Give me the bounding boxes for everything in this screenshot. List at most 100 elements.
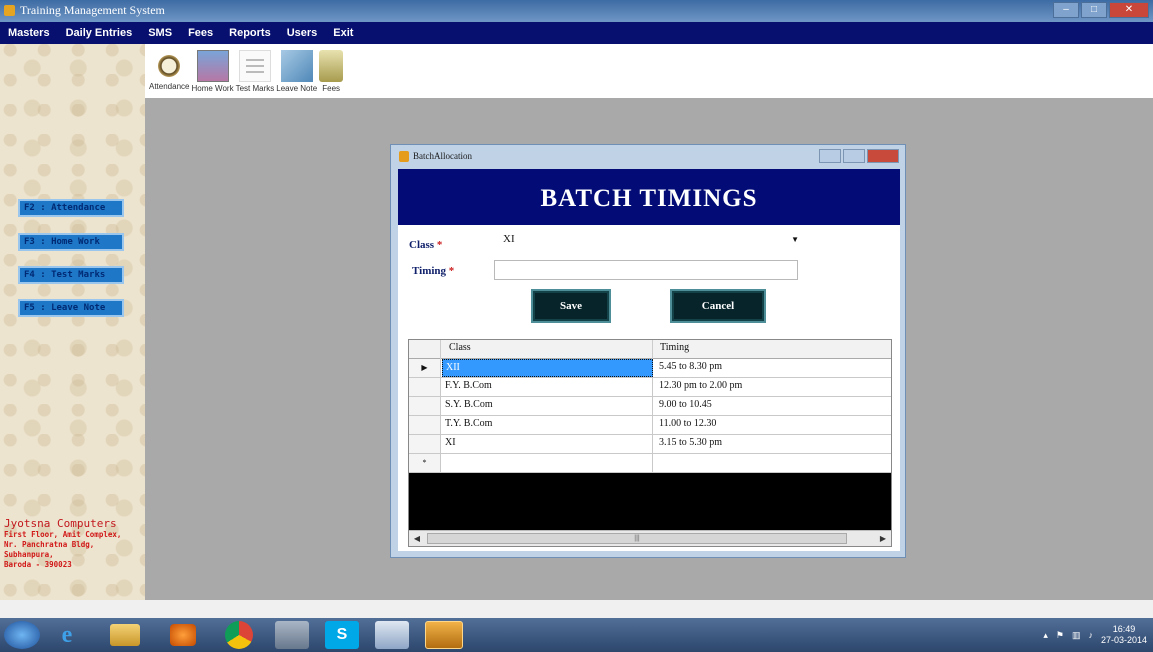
document-icon[interactable] bbox=[375, 621, 409, 649]
cell-class[interactable]: F.Y. B.Com bbox=[442, 378, 653, 396]
address-line: First Floor, Amit Complex, bbox=[4, 530, 122, 539]
taskbar: e S ▴ ⚑ ▥ ♪ 16:49 27-03-2014 bbox=[0, 618, 1153, 652]
scroll-left-icon[interactable]: ◀ bbox=[409, 531, 425, 546]
toolbar-leave-note-button[interactable]: Leave Note bbox=[276, 44, 317, 98]
cell-class[interactable]: S.Y. B.Com bbox=[442, 397, 653, 415]
new-row[interactable]: * bbox=[409, 454, 891, 473]
cell-timing[interactable]: 11.00 to 12.30 bbox=[653, 416, 891, 434]
toolbar-home-work-button[interactable]: Home Work bbox=[191, 44, 234, 98]
timing-label: Timing * bbox=[412, 265, 454, 277]
toolbar-test-marks-button[interactable]: Test Marks bbox=[235, 44, 275, 98]
settings-icon[interactable] bbox=[275, 621, 309, 649]
clock[interactable]: 16:49 27-03-2014 bbox=[1101, 624, 1147, 646]
batch-allocation-dialog: BatchAllocation BATCH TIMINGS Class * XI… bbox=[390, 144, 906, 558]
dialog-title: BatchAllocation bbox=[413, 151, 472, 161]
dialog-title-bar[interactable]: BatchAllocation bbox=[391, 145, 905, 169]
column-header-class[interactable]: Class bbox=[449, 342, 471, 353]
row-indicator-icon[interactable]: ▶ bbox=[409, 359, 441, 377]
menu-reports[interactable]: Reports bbox=[229, 27, 271, 39]
grid-header: Class Timing bbox=[409, 340, 891, 359]
toolbar-attendance-button[interactable]: Attendance bbox=[149, 44, 189, 98]
toolbar-label: Home Work bbox=[191, 84, 234, 93]
class-label: Class * bbox=[409, 239, 442, 251]
cancel-button[interactable]: Cancel bbox=[670, 289, 766, 323]
start-button-icon[interactable] bbox=[4, 621, 40, 649]
toolbar-fees-button[interactable]: Fees bbox=[319, 44, 344, 98]
grid-corner[interactable] bbox=[409, 340, 441, 359]
menu-users[interactable]: Users bbox=[287, 27, 318, 39]
cell-timing[interactable] bbox=[653, 454, 891, 472]
internet-explorer-icon[interactable]: e bbox=[50, 621, 84, 649]
app-icon bbox=[4, 5, 15, 16]
required-mark: * bbox=[448, 265, 455, 277]
horizontal-scrollbar[interactable]: ◀ ||| ▶ bbox=[409, 530, 891, 546]
cell-class[interactable]: T.Y. B.Com bbox=[442, 416, 653, 434]
maximize-button[interactable]: □ bbox=[1081, 2, 1107, 18]
flag-icon[interactable]: ⚑ bbox=[1056, 630, 1064, 641]
timing-label-text: Timing bbox=[412, 265, 447, 277]
row-header[interactable] bbox=[409, 416, 441, 434]
dropdown-arrow-icon[interactable]: ▼ bbox=[791, 235, 799, 244]
dialog-minimize-button[interactable] bbox=[819, 149, 841, 163]
menu-fees[interactable]: Fees bbox=[188, 27, 213, 39]
new-row-icon[interactable]: * bbox=[409, 454, 441, 472]
shortcut-home-work-button[interactable]: F3 : Home Work bbox=[18, 233, 124, 251]
shortcut-attendance-button[interactable]: F2 : Attendance bbox=[18, 199, 124, 217]
cell-timing[interactable]: 3.15 to 5.30 pm bbox=[653, 435, 891, 453]
chrome-icon[interactable] bbox=[225, 621, 253, 649]
column-header-timing[interactable]: Timing bbox=[660, 342, 689, 353]
company-address: Jyotsna Computers First Floor, Amit Comp… bbox=[4, 517, 121, 570]
status-strip bbox=[0, 600, 1153, 618]
table-row[interactable]: ▶ XII 5.45 to 8.30 pm bbox=[409, 359, 891, 378]
toolbar: Attendance Home Work Test Marks Leave No… bbox=[145, 44, 1153, 98]
row-header[interactable] bbox=[409, 397, 441, 415]
scrollbar-thumb[interactable]: ||| bbox=[427, 533, 847, 544]
network-icon[interactable]: ▥ bbox=[1072, 630, 1081, 641]
cell-timing[interactable]: 5.45 to 8.30 pm bbox=[653, 359, 891, 377]
address-line: Nr. Panchratna Bldg, bbox=[4, 540, 95, 549]
batch-grid: Class Timing ▶ XII 5.45 to 8.30 pm F.Y. … bbox=[408, 339, 892, 547]
table-row[interactable]: S.Y. B.Com 9.00 to 10.45 bbox=[409, 397, 891, 416]
table-row[interactable]: XI 3.15 to 5.30 pm bbox=[409, 435, 891, 454]
tray-expand-icon[interactable]: ▴ bbox=[1043, 630, 1048, 641]
menu-sms[interactable]: SMS bbox=[148, 27, 172, 39]
menu-masters[interactable]: Masters bbox=[8, 27, 50, 39]
table-row[interactable]: F.Y. B.Com 12.30 pm to 2.00 pm bbox=[409, 378, 891, 397]
row-header[interactable] bbox=[409, 435, 441, 453]
folder-icon[interactable] bbox=[110, 624, 140, 646]
menu-exit[interactable]: Exit bbox=[333, 27, 353, 39]
clock-date: 27-03-2014 bbox=[1100, 635, 1147, 645]
homework-icon bbox=[196, 50, 229, 82]
class-label-text: Class bbox=[409, 239, 435, 251]
dialog-maximize-button[interactable] bbox=[843, 149, 865, 163]
shortcut-leave-note-button[interactable]: F5 : Leave Note bbox=[18, 299, 124, 317]
page-title: BATCH TIMINGS bbox=[398, 169, 900, 225]
timing-input[interactable] bbox=[494, 260, 798, 280]
scroll-right-icon[interactable]: ▶ bbox=[875, 531, 891, 546]
minimize-button[interactable]: – bbox=[1053, 2, 1079, 18]
save-button[interactable]: Save bbox=[531, 289, 611, 323]
cell-class[interactable]: XII bbox=[442, 359, 653, 377]
media-player-icon[interactable] bbox=[170, 624, 196, 646]
table-row[interactable]: T.Y. B.Com 11.00 to 12.30 bbox=[409, 416, 891, 435]
dialog-close-button[interactable] bbox=[867, 149, 899, 163]
cell-timing[interactable]: 12.30 pm to 2.00 pm bbox=[653, 378, 891, 396]
shortcut-test-marks-button[interactable]: F4 : Test Marks bbox=[18, 266, 124, 284]
close-button[interactable]: ✕ bbox=[1109, 2, 1149, 18]
volume-icon[interactable]: ♪ bbox=[1088, 630, 1093, 640]
leave-note-icon bbox=[280, 50, 313, 82]
window-title: Training Management System bbox=[20, 3, 165, 17]
clock-icon bbox=[158, 55, 181, 77]
cell-class[interactable] bbox=[442, 454, 653, 472]
skype-icon[interactable]: S bbox=[325, 621, 359, 649]
class-select[interactable]: XI ▼ bbox=[495, 231, 807, 253]
address-line: Subhanpura, bbox=[4, 550, 54, 559]
cell-timing[interactable]: 9.00 to 10.45 bbox=[653, 397, 891, 415]
training-app-icon[interactable] bbox=[425, 621, 463, 649]
cell-class[interactable]: XI bbox=[442, 435, 653, 453]
menu-daily-entries[interactable]: Daily Entries bbox=[66, 27, 133, 39]
row-header[interactable] bbox=[409, 378, 441, 396]
window-controls: – □ ✕ bbox=[1053, 2, 1149, 18]
toolbar-label: Test Marks bbox=[235, 84, 275, 93]
address-line: Baroda - 390023 bbox=[4, 560, 72, 569]
